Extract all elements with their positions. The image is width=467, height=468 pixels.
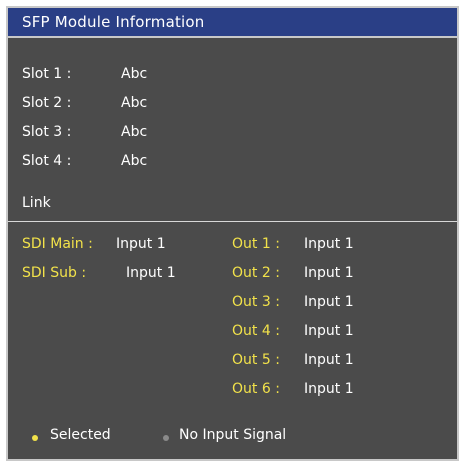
out-1-value: Input 1 xyxy=(304,236,354,252)
window-title: SFP Module Information xyxy=(22,13,205,31)
sdi-main-value: Input 1 xyxy=(116,236,166,252)
out-3-label: Out 3 : xyxy=(232,294,280,310)
out-5-label: Out 5 : xyxy=(232,352,280,368)
title-bar: SFP Module Information xyxy=(8,8,457,38)
slot-2-value: Abc xyxy=(121,95,148,111)
link-heading: Link xyxy=(22,195,51,211)
legend-no-input-signal: No Input Signal xyxy=(179,427,287,443)
slot-4-value: Abc xyxy=(121,153,148,169)
yellow-dot-icon xyxy=(32,435,38,441)
section-divider xyxy=(8,221,457,222)
out-2-value: Input 1 xyxy=(304,265,354,281)
slot-1-value: Abc xyxy=(121,66,148,82)
slot-3-label: Slot 3 : xyxy=(22,124,72,140)
out-5-value: Input 1 xyxy=(304,352,354,368)
legend-selected: Selected xyxy=(50,427,111,443)
out-6-value: Input 1 xyxy=(304,381,354,397)
slot-4-label: Slot 4 : xyxy=(22,153,72,169)
sfp-info-panel: SFP Module Information Slot 1 : Abc Slot… xyxy=(6,6,459,461)
out-4-value: Input 1 xyxy=(304,323,354,339)
sdi-sub-value: Input 1 xyxy=(126,265,176,281)
gray-dot-icon xyxy=(163,435,169,441)
out-4-label: Out 4 : xyxy=(232,323,280,339)
slot-1-label: Slot 1 : xyxy=(22,66,72,82)
out-3-value: Input 1 xyxy=(304,294,354,310)
out-1-label: Out 1 : xyxy=(232,236,280,252)
sdi-sub-label: SDI Sub : xyxy=(22,265,87,281)
out-6-label: Out 6 : xyxy=(232,381,280,397)
sdi-main-label: SDI Main : xyxy=(22,236,93,252)
out-2-label: Out 2 : xyxy=(232,265,280,281)
slot-2-label: Slot 2 : xyxy=(22,95,72,111)
slot-3-value: Abc xyxy=(121,124,148,140)
